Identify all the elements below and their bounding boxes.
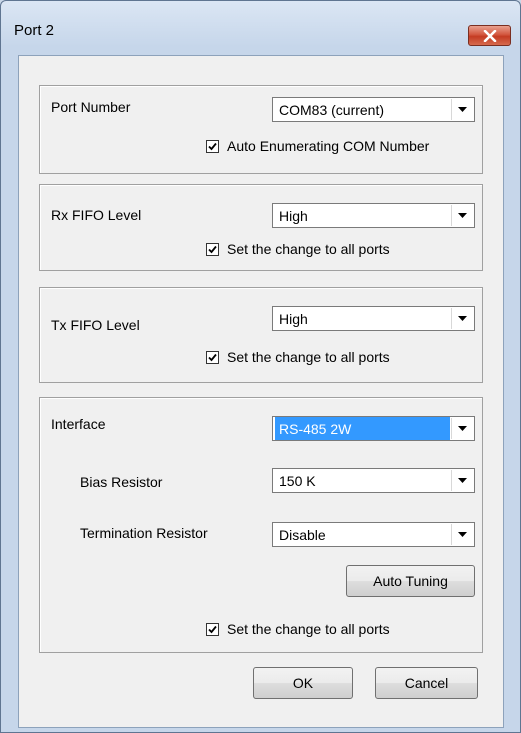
checkbox-box[interactable] <box>206 139 219 153</box>
bias-resistor-label: Bias Resistor <box>80 474 163 490</box>
dropdown-arrow-icon[interactable] <box>451 418 473 439</box>
termination-resistor-value: Disable <box>279 526 326 543</box>
rx-fifo-label: Rx FIFO Level <box>51 207 142 223</box>
window-title: Port 2 <box>14 22 55 39</box>
checkbox-box[interactable] <box>206 350 219 364</box>
close-x-icon <box>483 29 496 42</box>
port-number-select[interactable]: COM83 (current) <box>272 97 475 122</box>
tx-apply-all-checkbox[interactable]: Set the change to all ports <box>206 349 390 365</box>
dropdown-arrow-icon[interactable] <box>451 308 473 329</box>
bias-resistor-select[interactable]: 150 K <box>272 468 475 493</box>
interface-apply-all-label: Set the change to all ports <box>227 621 390 637</box>
checkmark-icon <box>208 625 217 633</box>
auto-enum-checkbox[interactable]: Auto Enumerating COM Number <box>206 138 429 154</box>
tx-fifo-select[interactable]: High <box>272 306 475 331</box>
port-number-value: COM83 (current) <box>279 101 385 118</box>
termination-resistor-select[interactable]: Disable <box>272 522 475 547</box>
tx-fifo-group: Tx FIFO Level High Set the change to all… <box>39 287 483 383</box>
tx-fifo-value: High <box>279 310 308 327</box>
title-bar[interactable]: Port 2 <box>1 1 520 55</box>
tx-apply-all-label: Set the change to all ports <box>227 349 390 365</box>
bias-resistor-value: 150 K <box>279 472 316 489</box>
tx-fifo-label: Tx FIFO Level <box>51 317 140 333</box>
checkmark-icon <box>208 142 217 150</box>
auto-tuning-button[interactable]: Auto Tuning <box>346 565 475 597</box>
port-number-label: Port Number <box>51 99 131 115</box>
interface-apply-all-checkbox[interactable]: Set the change to all ports <box>206 621 390 637</box>
dialog-window: Port 2 Port Number COM83 (current) Auto … <box>0 0 521 733</box>
dropdown-arrow-icon[interactable] <box>451 99 473 120</box>
port-number-group: Port Number COM83 (current) Auto Enumera… <box>39 85 483 174</box>
dropdown-arrow-icon[interactable] <box>451 524 473 545</box>
rx-apply-all-label: Set the change to all ports <box>227 241 390 257</box>
close-button[interactable] <box>468 25 511 46</box>
interface-select[interactable]: RS-485 2W <box>272 416 475 441</box>
rx-fifo-value: High <box>279 207 308 224</box>
rx-apply-all-checkbox[interactable]: Set the change to all ports <box>206 241 390 257</box>
rx-fifo-group: Rx FIFO Level High Set the change to all… <box>39 184 483 271</box>
termination-resistor-label: Termination Resistor <box>80 525 208 541</box>
checkbox-box[interactable] <box>206 242 219 256</box>
interface-value: RS-485 2W <box>275 417 450 440</box>
auto-enum-label: Auto Enumerating COM Number <box>227 138 430 154</box>
interface-group: Interface RS-485 2W Bias Resistor 150 K … <box>39 397 483 653</box>
checkmark-icon <box>208 245 217 253</box>
cancel-button[interactable]: Cancel <box>375 667 478 699</box>
ok-button[interactable]: OK <box>253 667 353 699</box>
dropdown-arrow-icon[interactable] <box>451 205 473 226</box>
checkbox-box[interactable] <box>206 622 219 636</box>
checkmark-icon <box>208 353 217 361</box>
interface-label: Interface <box>51 416 106 432</box>
dialog-client-area: Port Number COM83 (current) Auto Enumera… <box>18 55 504 728</box>
dropdown-arrow-icon[interactable] <box>451 470 473 491</box>
rx-fifo-select[interactable]: High <box>272 203 475 228</box>
